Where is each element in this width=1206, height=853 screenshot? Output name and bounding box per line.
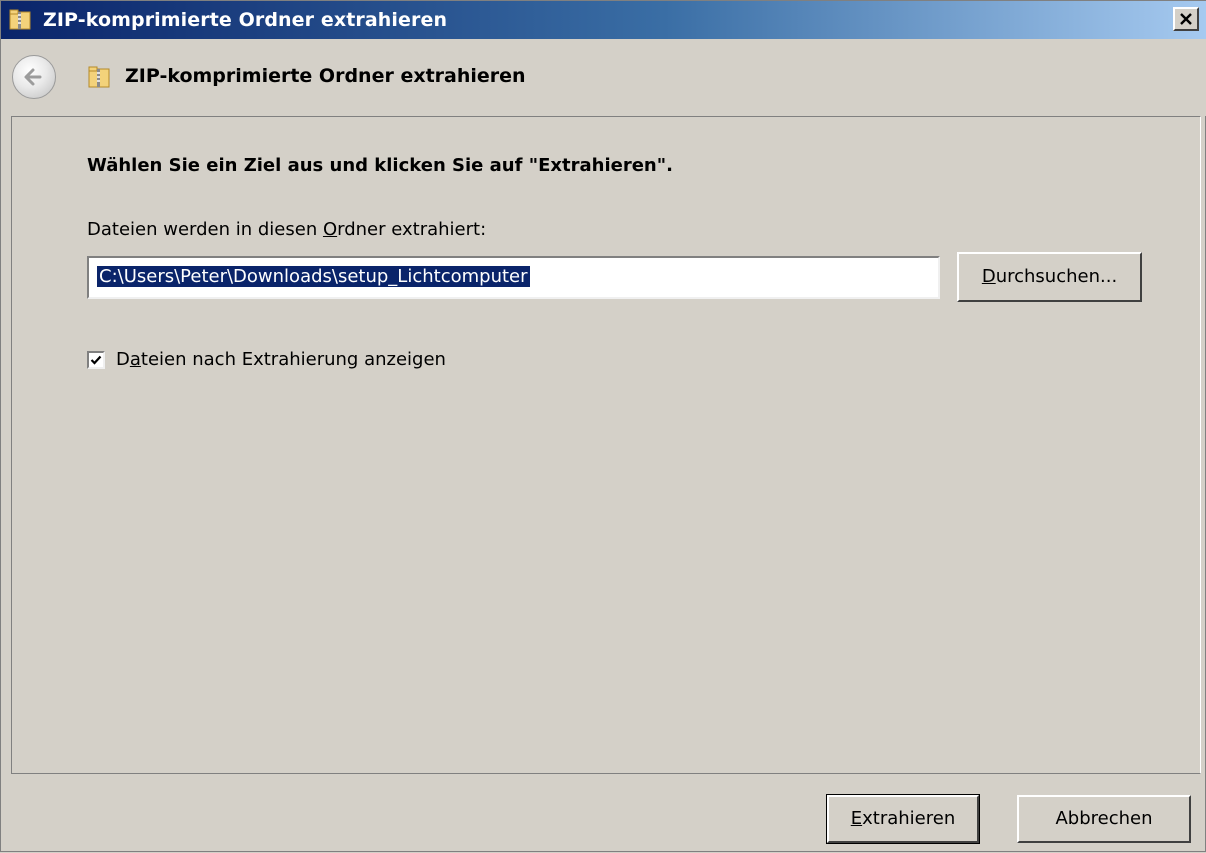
browse-mnemonic: D — [981, 266, 996, 287]
destination-path-value: C:\Users\Peter\Downloads\setup_Lichtcomp… — [97, 266, 530, 287]
extract-mnemonic: E — [850, 808, 863, 829]
show-files-checkbox[interactable] — [87, 351, 105, 369]
checkmark-icon — [90, 355, 102, 365]
extract-dialog: ZIP-komprimierte Ordner extrahieren ZIP-… — [0, 0, 1206, 852]
button-bar: Extrahieren Abbrechen — [1, 774, 1206, 853]
zip-folder-icon — [88, 66, 110, 88]
show-files-label-mnemonic: a — [129, 349, 141, 370]
close-icon — [1180, 13, 1192, 25]
destination-label-prefix: Dateien werden in diesen — [87, 219, 323, 240]
zip-folder-icon — [9, 9, 31, 30]
extract-label: xtrahieren — [862, 808, 956, 829]
destination-label-mnemonic: O — [322, 219, 338, 240]
extract-button[interactable]: Extrahieren — [826, 794, 980, 844]
browse-label: urchsuchen... — [995, 266, 1118, 287]
content-panel: Wählen Sie ein Ziel aus und klicken Sie … — [11, 116, 1201, 774]
window-title: ZIP-komprimierte Ordner extrahieren — [43, 9, 448, 31]
destination-path-input[interactable]: C:\Users\Peter\Downloads\setup_Lichtcomp… — [87, 256, 940, 299]
show-files-option[interactable]: Dateien nach Extrahierung anzeigen — [87, 347, 446, 373]
destination-label-suffix: rdner extrahiert: — [337, 219, 487, 240]
header-title: ZIP-komprimierte Ordner extrahieren — [125, 65, 526, 87]
browse-button[interactable]: Durchsuchen... — [957, 252, 1142, 302]
destination-label: Dateien werden in diesen Ordner extrahie… — [87, 217, 486, 243]
wizard-header: ZIP-komprimierte Ordner extrahieren — [1, 39, 1206, 116]
back-arrow-icon — [24, 68, 42, 86]
cancel-label: Abbrechen — [1055, 808, 1153, 829]
close-button[interactable] — [1173, 7, 1199, 31]
show-files-label-suffix: teien nach Extrahierung anzeigen — [140, 349, 446, 370]
instruction-text: Wählen Sie ein Ziel aus und klicken Sie … — [87, 155, 673, 176]
show-files-label-prefix: D — [116, 349, 130, 370]
show-files-label: Dateien nach Extrahierung anzeigen — [116, 347, 446, 373]
back-button[interactable] — [12, 55, 56, 99]
cancel-button[interactable]: Abbrechen — [1017, 795, 1191, 843]
title-bar[interactable]: ZIP-komprimierte Ordner extrahieren — [1, 1, 1206, 39]
